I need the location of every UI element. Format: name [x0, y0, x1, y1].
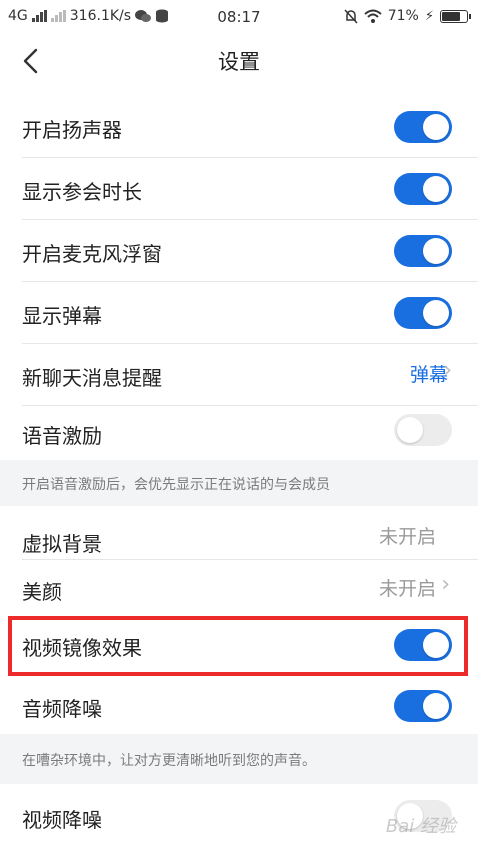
voice-excite-note: 开启语音激励后，会优先显示正在说话的与会成员	[0, 460, 478, 506]
virtual-background-value: 未开启	[378, 526, 436, 548]
setting-row-mic-float[interactable]: 开启麦克风浮窗	[0, 220, 478, 282]
toggle-knob	[423, 300, 449, 326]
chevron-right-icon: ›	[443, 358, 452, 383]
setting-row-beauty[interactable]: 美颜 未开启 ›	[0, 560, 478, 616]
audio-denoise-note: 在嘈杂环境中，让对方更清晰地听到您的声音。	[0, 734, 478, 784]
setting-row-voice-excite[interactable]: 语音激励	[0, 406, 478, 460]
toggle-knob	[397, 417, 423, 443]
meeting-duration-toggle[interactable]	[394, 173, 452, 205]
setting-label: 虚拟背景	[22, 532, 102, 556]
toggle-knob	[423, 238, 449, 264]
setting-label: 开启麦克风浮窗	[22, 242, 162, 266]
setting-label: 开启扬声器	[22, 118, 122, 142]
video-mirror-toggle[interactable]	[394, 629, 452, 661]
toggle-knob	[423, 693, 449, 719]
setting-row-video-mirror[interactable]: 视频镜像效果	[0, 616, 478, 676]
setting-label: 视频降噪	[22, 808, 102, 832]
wifi-icon	[364, 9, 382, 23]
setting-row-speaker[interactable]: 开启扬声器	[0, 96, 478, 158]
setting-label: 视频镜像效果	[22, 636, 142, 660]
mute-bell-icon	[344, 8, 358, 24]
beauty-value: 未开启	[378, 578, 436, 600]
setting-row-audio-denoise[interactable]: 音频降噪	[0, 676, 478, 734]
setting-label: 显示弹幕	[22, 304, 102, 328]
charging-icon: ⚡	[424, 8, 434, 24]
status-bar-right: 71% ⚡	[344, 8, 471, 24]
status-bar: 4G 316.1K/s 08:17 71% ⚡	[0, 0, 478, 34]
battery-icon	[440, 9, 471, 23]
audio-denoise-toggle[interactable]	[394, 690, 452, 722]
mic-float-toggle[interactable]	[394, 235, 452, 267]
setting-row-danmaku[interactable]: 显示弹幕	[0, 282, 478, 344]
battery-percent: 71%	[387, 8, 419, 24]
toggle-knob	[423, 176, 449, 202]
toggle-knob	[423, 632, 449, 658]
nav-bar: 设置	[0, 34, 478, 86]
voice-excite-toggle[interactable]	[394, 414, 452, 446]
danmaku-toggle[interactable]	[394, 297, 452, 329]
setting-row-meeting-duration[interactable]: 显示参会时长	[0, 158, 478, 220]
toggle-knob	[423, 114, 449, 140]
chevron-right-icon: ›	[441, 572, 450, 597]
baidu-watermark: Bai 经验	[385, 816, 456, 837]
speaker-toggle[interactable]	[394, 111, 452, 143]
setting-label: 音频降噪	[22, 697, 102, 721]
setting-label: 新聊天消息提醒	[22, 366, 162, 390]
setting-row-new-message[interactable]: 新聊天消息提醒 弹幕 ›	[0, 344, 478, 406]
setting-row-virtual-background[interactable]: 虚拟背景 未开启	[0, 506, 478, 560]
page-title: 设置	[218, 50, 260, 74]
setting-label: 显示参会时长	[22, 180, 142, 204]
setting-label: 语音激励	[22, 424, 102, 448]
setting-label: 美颜	[22, 580, 62, 604]
